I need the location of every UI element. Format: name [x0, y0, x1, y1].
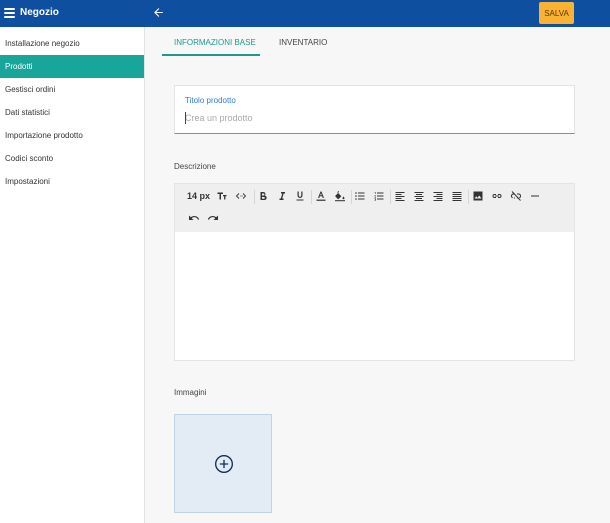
description-label: Descrizione: [174, 162, 216, 171]
hamburger-menu-icon[interactable]: [4, 8, 15, 18]
font-size-select[interactable]: 14 px: [187, 189, 210, 203]
product-title-input[interactable]: [185, 111, 555, 125]
text-color-icon[interactable]: [314, 189, 328, 203]
bold-icon[interactable]: [256, 189, 270, 203]
editor-toolbar: 14 px: [175, 184, 574, 232]
align-left-icon[interactable]: [393, 189, 407, 203]
undo-icon[interactable]: [187, 211, 201, 225]
toolbar-divider: [254, 190, 255, 204]
save-button[interactable]: SALVA: [539, 2, 574, 24]
back-arrow-icon[interactable]: [152, 6, 165, 19]
image-upload-box[interactable]: [174, 414, 272, 513]
code-icon[interactable]: [234, 189, 248, 203]
align-center-icon[interactable]: [412, 189, 426, 203]
align-right-icon[interactable]: [431, 189, 445, 203]
product-title-label: Titolo prodotto: [185, 96, 236, 105]
top-app-bar: Negozio SALVA: [0, 0, 610, 27]
product-title-field[interactable]: Titolo prodotto: [174, 85, 575, 134]
sidebar-item-impostazioni[interactable]: Impostazioni: [0, 170, 144, 193]
bullet-list-icon[interactable]: [353, 189, 367, 203]
text-size-icon[interactable]: [215, 189, 229, 203]
add-circle-icon: [215, 455, 233, 473]
text-cursor: [185, 112, 186, 124]
image-icon[interactable]: [471, 189, 485, 203]
link-icon[interactable]: [490, 189, 504, 203]
sidebar-item-installazione-negozio[interactable]: Installazione negozio: [0, 32, 144, 55]
description-text-area[interactable]: [175, 232, 574, 360]
sidebar: Installazione negozio Prodotti Gestisci …: [0, 27, 145, 523]
sidebar-item-dati-statistici[interactable]: Dati statistici: [0, 101, 144, 124]
fill-color-icon[interactable]: [333, 189, 347, 203]
italic-icon[interactable]: [275, 189, 289, 203]
toolbar-divider: [390, 190, 391, 204]
app-title: Negozio: [20, 7, 59, 18]
numbered-list-icon[interactable]: [372, 189, 386, 203]
images-label: Immagini: [174, 388, 207, 397]
sidebar-item-codici-sconto[interactable]: Codici sconto: [0, 147, 144, 170]
active-tab-indicator: [162, 54, 260, 56]
toolbar-divider: [311, 190, 312, 204]
unlink-icon[interactable]: [509, 189, 523, 203]
tab-inventario[interactable]: INVENTARIO: [279, 38, 327, 47]
redo-icon[interactable]: [206, 211, 220, 225]
sidebar-item-gestisci-ordini[interactable]: Gestisci ordini: [0, 78, 144, 101]
toolbar-divider: [468, 190, 469, 204]
sidebar-item-prodotti[interactable]: Prodotti: [0, 55, 144, 78]
align-justify-icon[interactable]: [450, 189, 464, 203]
horizontal-rule-icon[interactable]: [528, 189, 542, 203]
tab-informazioni-base[interactable]: INFORMAZIONI BASE: [174, 38, 256, 47]
sidebar-item-importazione-prodotto[interactable]: Importazione prodotto: [0, 124, 144, 147]
underline-icon[interactable]: [293, 189, 307, 203]
description-editor: 14 px: [174, 183, 575, 361]
toolbar-divider: [351, 190, 352, 204]
